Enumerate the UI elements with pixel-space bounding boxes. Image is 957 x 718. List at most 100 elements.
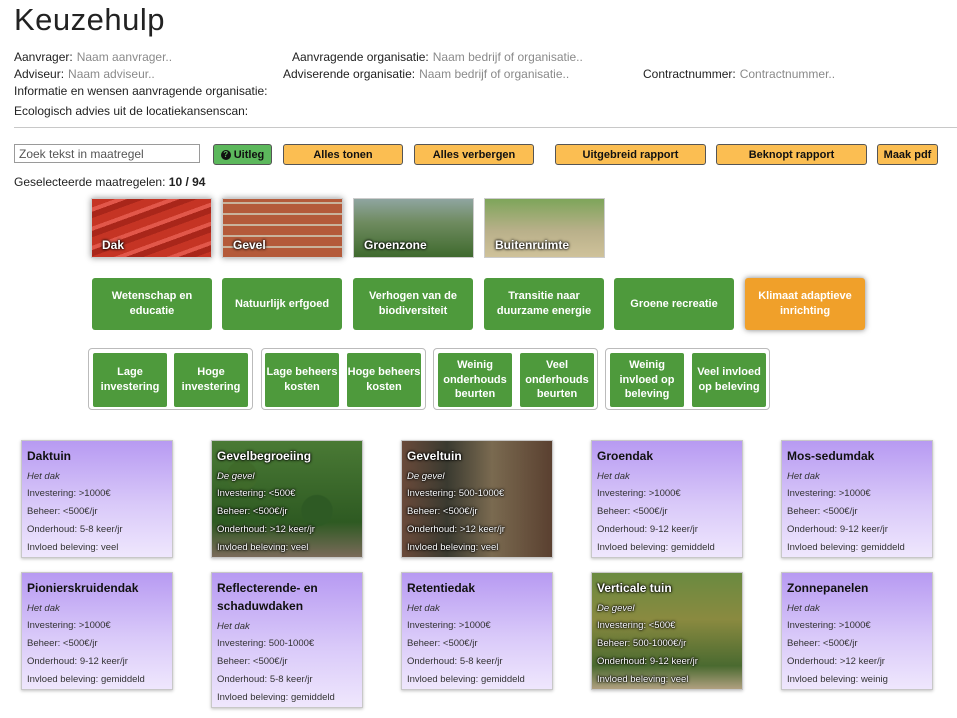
theme-natuurlijk-erfgoed[interactable]: Natuurlijk erfgoed (222, 278, 342, 330)
card-investering: Investering: >1000€ (27, 488, 111, 499)
card-beheer: Beheer: <500€/jr (407, 638, 478, 649)
card-investering: Investering: >1000€ (597, 488, 681, 499)
card-retentiedak[interactable]: Retentiedak Het dak Investering: >1000€ … (401, 572, 553, 690)
category-gevel[interactable]: Gevel (222, 198, 343, 258)
card-verticale-tuin[interactable]: Verticale tuin De gevel Investering: <50… (591, 572, 743, 690)
filter-weinig-beleving[interactable]: Weinig invloed op beleving (610, 353, 684, 407)
card-subtitle: De gevel (217, 471, 255, 482)
aanvrager-input[interactable]: Naam aanvrager.. (77, 50, 172, 64)
card-reflecterende-schaduwdaken[interactable]: Reflecterende- en schaduwdaken Het dak I… (211, 572, 363, 708)
informatie-wensen-label: Informatie en wensen aanvragende organis… (14, 84, 268, 98)
theme-duurzame-energie[interactable]: Transitie naar duurzame energie (484, 278, 604, 330)
aanvragende-organisatie-field[interactable]: Aanvragende organisatie: Naam bedrijf of … (292, 50, 583, 64)
card-beleving: Invloed beleving: weinig (787, 674, 888, 685)
filter-hoge-investering[interactable]: Hoge investering (174, 353, 248, 407)
page-title: Keuzehulp (14, 2, 166, 37)
card-investering: Investering: >1000€ (27, 620, 111, 631)
card-beheer: Beheer: <500€/jr (217, 506, 288, 517)
adviserende-organisatie-input[interactable]: Naam bedrijf of organisatie.. (419, 67, 569, 81)
card-onderhoud: Onderhoud: 5-8 keer/jr (217, 674, 313, 685)
card-title: Gevelbegroeiing (217, 449, 312, 463)
card-beheer: Beheer: <500€/jr (27, 638, 98, 649)
contractnummer-input[interactable]: Contractnummer.. (740, 67, 835, 81)
card-beleving: Invloed beleving: gemiddeld (597, 542, 715, 553)
category-groenzone[interactable]: Groenzone (353, 198, 474, 258)
card-beleving: Invloed beleving: gemiddeld (27, 674, 145, 685)
selection-label: Geselecteerde maatregelen: (14, 175, 166, 189)
card-investering: Investering: <500€ (217, 488, 296, 499)
alles-tonen-button[interactable]: Alles tonen (283, 144, 403, 165)
theme-klimaat-adaptief[interactable]: Klimaat adaptieve inrichting (745, 278, 865, 330)
card-beheer: Beheer: <500€/jr (597, 506, 668, 517)
card-title: Groendak (597, 449, 654, 463)
card-subtitle: Het dak (597, 471, 630, 482)
card-subtitle: Het dak (27, 603, 60, 614)
card-beheer: Beheer: <500€/jr (217, 656, 288, 667)
card-gevelbegroeiing[interactable]: Gevelbegroeiing De gevel Investering: <5… (211, 440, 363, 558)
card-beleving: Invloed beleving: veel (217, 542, 309, 553)
card-beheer: Beheer: <500€/jr (787, 506, 858, 517)
card-subtitle: Het dak (787, 471, 820, 482)
card-beheer: Beheer: <500€/jr (407, 506, 478, 517)
category-label: Dak (102, 238, 125, 252)
card-beheer: Beheer: 500-1000€/jr (597, 638, 687, 649)
theme-groene-recreatie[interactable]: Groene recreatie (614, 278, 734, 330)
alles-verbergen-button[interactable]: Alles verbergen (414, 144, 534, 165)
card-subtitle: Het dak (217, 621, 250, 632)
adviserende-organisatie-label: Adviserende organisatie: (283, 67, 416, 81)
card-title: Mos-sedumdak (787, 449, 875, 463)
card-title: Daktuin (27, 449, 72, 463)
adviseur-input[interactable]: Naam adviseur.. (68, 67, 155, 81)
card-title: Geveltuin (407, 449, 462, 463)
card-beleving: Invloed beleving: veel (597, 674, 689, 685)
category-buitenruimte[interactable]: Buitenruimte (484, 198, 605, 258)
filter-lage-investering[interactable]: Lage investering (93, 353, 167, 407)
uitleg-button-label: Uitleg (233, 148, 265, 161)
aanvragende-organisatie-input[interactable]: Naam bedrijf of organisatie.. (433, 50, 583, 64)
card-title: Retentiedak (407, 581, 476, 595)
card-onderhoud: Onderhoud: 9-12 keer/jr (787, 524, 888, 535)
card-investering: Investering: >1000€ (787, 488, 871, 499)
card-investering: Investering: 500-1000€ (217, 638, 315, 649)
card-title: Verticale tuin (597, 581, 672, 595)
question-icon: ? (220, 149, 231, 160)
maak-pdf-button[interactable]: Maak pdf (877, 144, 938, 165)
card-title: Pionierskruidendak (27, 581, 139, 595)
theme-wetenschap-educatie[interactable]: Wetenschap en educatie (92, 278, 212, 330)
card-investering: Investering: 500-1000€ (407, 488, 505, 499)
uitleg-button[interactable]: ? Uitleg (213, 144, 272, 165)
card-onderhoud: Onderhoud: 9-12 keer/jr (597, 656, 698, 667)
uitgebreid-rapport-button[interactable]: Uitgebreid rapport (555, 144, 706, 165)
card-groendak[interactable]: Groendak Het dak Investering: >1000€ Beh… (591, 440, 743, 558)
card-mos-sedumdak[interactable]: Mos-sedumdak Het dak Investering: >1000€… (781, 440, 933, 558)
contractnummer-field[interactable]: Contractnummer: Contractnummer.. (643, 67, 835, 81)
filter-veel-beleving[interactable]: Veel invloed op beleving (692, 353, 766, 407)
beknopt-rapport-button[interactable]: Beknopt rapport (716, 144, 867, 165)
card-zonnepanelen[interactable]: Zonnepanelen Het dak Investering: >1000€… (781, 572, 933, 690)
category-label: Groenzone (364, 238, 427, 252)
card-subtitle: De gevel (407, 471, 445, 482)
card-investering: Investering: >1000€ (407, 620, 491, 631)
filter-veel-onderhoud[interactable]: Veel onderhouds beurten (520, 353, 594, 407)
card-onderhoud: Onderhoud: 5-8 keer/jr (407, 656, 503, 667)
adviseur-field[interactable]: Adviseur: Naam adviseur.. (14, 67, 155, 81)
filter-lage-beheerskosten[interactable]: Lage beheers kosten (265, 353, 339, 407)
card-geveltuin[interactable]: Geveltuin De gevel Investering: 500-1000… (401, 440, 553, 558)
card-onderhoud: Onderhoud: 9-12 keer/jr (27, 656, 128, 667)
theme-biodiversiteit[interactable]: Verhogen van de biodiversiteit (353, 278, 473, 330)
card-pionierskruidendak[interactable]: Pionierskruidendak Het dak Investering: … (21, 572, 173, 690)
search-input[interactable] (14, 144, 200, 163)
card-daktuin[interactable]: Daktuin Het dak Investering: >1000€ Behe… (21, 440, 173, 558)
category-dak[interactable]: Dak (91, 198, 212, 258)
card-beleving: Invloed beleving: veel (407, 542, 499, 553)
card-title: Zonnepanelen (787, 581, 869, 595)
adviserende-organisatie-field[interactable]: Adviserende organisatie: Naam bedrijf of … (283, 67, 569, 81)
filter-weinig-onderhoud[interactable]: Weinig onderhouds beurten (438, 353, 512, 407)
card-onderhoud: Onderhoud: >12 keer/jr (787, 656, 885, 667)
filter-hoge-beheerskosten[interactable]: Hoge beheers kosten (347, 353, 421, 407)
aanvrager-field[interactable]: Aanvrager: Naam aanvrager.. (14, 50, 172, 64)
adviseur-label: Adviseur: (14, 67, 65, 81)
category-label: Buitenruimte (495, 238, 570, 252)
card-beleving: Invloed beleving: gemiddeld (407, 674, 525, 685)
card-beleving: Invloed beleving: gemiddeld (787, 542, 905, 553)
